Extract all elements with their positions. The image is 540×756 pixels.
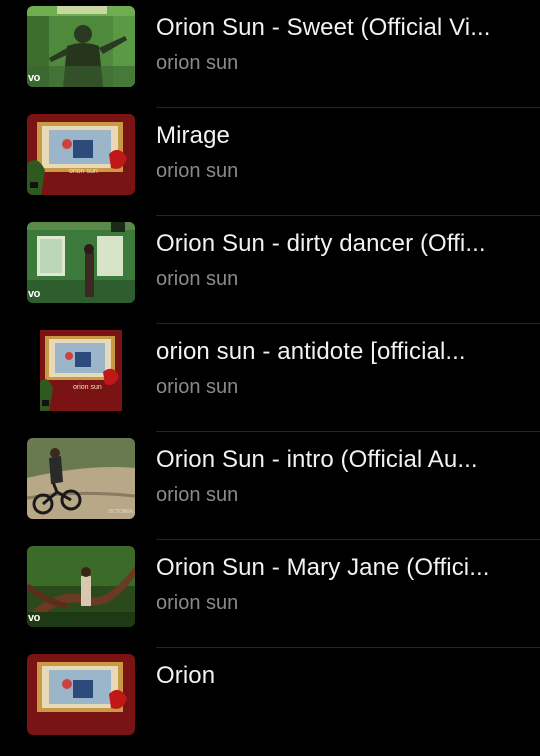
track-thumbnail[interactable]: orion sun	[27, 330, 135, 411]
album-cover-text: orion sun	[69, 168, 98, 175]
track-artist: orion sun	[156, 592, 239, 614]
track-thumbnail[interactable]: vo	[27, 222, 135, 303]
track-title: Orion Sun - dirty dancer (Offi...	[156, 230, 486, 257]
vevo-badge: vo	[28, 612, 40, 624]
track-thumbnail[interactable]: orion sun	[27, 114, 135, 195]
track-title: Orion	[156, 662, 216, 689]
album-art-image	[27, 654, 135, 735]
track-row[interactable]: orion sun Mirage orion sun	[0, 108, 540, 216]
track-thumbnail[interactable]: vo	[27, 546, 135, 627]
track-thumbnail[interactable]: vo	[27, 6, 135, 87]
track-row[interactable]: vo Orion Sun - dirty dancer (Offi... ori…	[0, 216, 540, 324]
track-title: Orion Sun - Sweet (Official Vi...	[156, 14, 491, 41]
vevo-badge: vo	[28, 72, 40, 84]
track-artist: orion sun	[156, 52, 239, 74]
green-room-figure-image	[27, 222, 135, 303]
corner-label: OCTOBER	[108, 509, 133, 515]
track-artist: orion sun	[156, 484, 239, 506]
track-artist: orion sun	[156, 160, 239, 182]
forest-scene-image	[27, 546, 135, 627]
track-row[interactable]: Orion	[0, 648, 540, 756]
track-artist: orion sun	[156, 268, 239, 290]
bicycle-rider-image	[27, 438, 135, 519]
track-title: Orion Sun - Mary Jane (Offici...	[156, 554, 490, 581]
track-row[interactable]: orion sun orion sun - antidote [official…	[0, 324, 540, 432]
track-row[interactable]: vo Orion Sun - Sweet (Official Vi... ori…	[0, 0, 540, 108]
track-title: Orion Sun - intro (Official Au...	[156, 446, 478, 473]
green-room-performer-image	[27, 6, 135, 87]
album-art-image	[27, 114, 135, 195]
album-cover-text: orion sun	[73, 384, 102, 391]
vevo-badge: vo	[28, 288, 40, 300]
track-row[interactable]: vo Orion Sun - Mary Jane (Offici... orio…	[0, 540, 540, 648]
track-thumbnail[interactable]: OCTOBER	[27, 438, 135, 519]
track-artist: orion sun	[156, 376, 239, 398]
track-title: Mirage	[156, 122, 230, 149]
track-row[interactable]: OCTOBER Orion Sun - intro (Official Au..…	[0, 432, 540, 540]
track-title: orion sun - antidote [official...	[156, 338, 466, 365]
album-art-image	[27, 330, 135, 411]
track-thumbnail[interactable]	[27, 654, 135, 735]
